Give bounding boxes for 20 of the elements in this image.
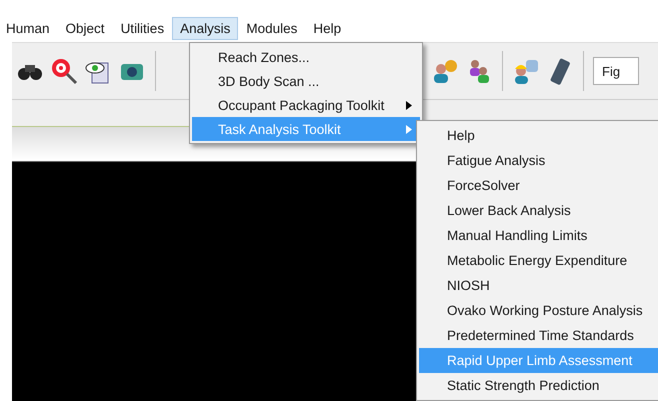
menu-item[interactable]: Ovako Working Posture Analysis [419,298,658,323]
menu-bar-item[interactable]: Modules [238,17,306,40]
menu-item[interactable]: 3D Body Scan ... [192,69,420,93]
menu-bar-item[interactable]: Human [0,17,58,40]
menu-item[interactable]: Lower Back Analysis [419,198,658,223]
menu-item[interactable]: Metabolic Energy Expenditure [419,248,658,273]
menu-bar-item[interactable]: Object [58,17,113,40]
menu-item[interactable]: Reach Zones... [192,45,420,69]
menu-item[interactable]: Occupant Packaging Toolkit [192,93,420,117]
menu-item[interactable]: Manual Handling Limits [419,223,658,248]
menu-item[interactable]: Fatigue Analysis [419,148,658,173]
menu-bar-item[interactable]: Utilities [112,17,172,40]
menu-bar-item[interactable]: Analysis [172,17,238,40]
input-field[interactable]: Fig [593,57,639,85]
menu-item[interactable]: Help [419,123,658,148]
menu-item[interactable]: Static Strength Prediction [419,373,658,398]
menu-item[interactable]: ForceSolver [419,173,658,198]
menu-item[interactable]: NIOSH [419,273,658,298]
menu-item[interactable]: Predetermined Time Standards [419,323,658,348]
menu-bar-item[interactable]: Help [305,17,350,40]
